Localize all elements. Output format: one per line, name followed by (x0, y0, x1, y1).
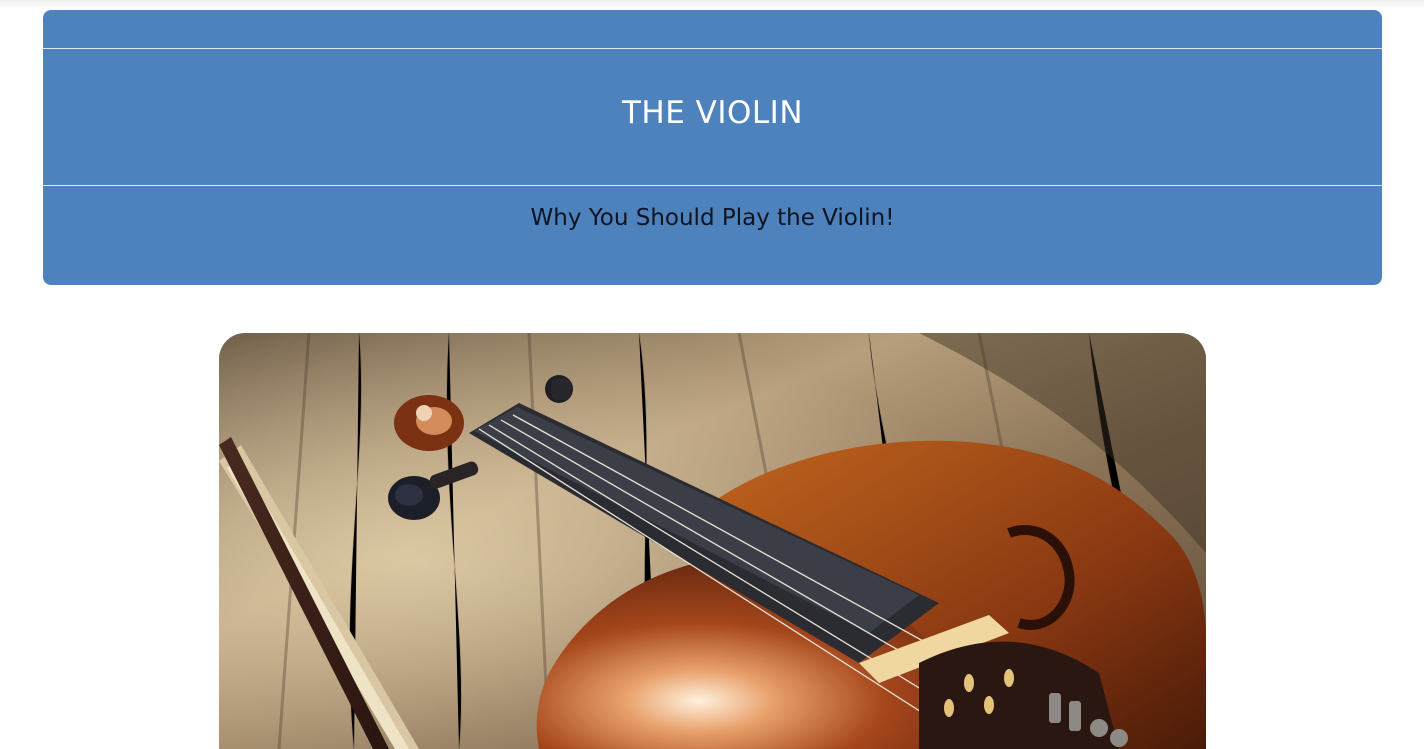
page-title: THE VIOLIN (621, 95, 804, 131)
header-divider-top (43, 48, 1382, 49)
violin-hero-image (219, 333, 1206, 749)
page-subtitle: Why You Should Play the Violin! (530, 205, 895, 231)
browser-top-shadow (0, 0, 1424, 8)
page-header: THE VIOLIN Why You Should Play the Violi… (43, 10, 1382, 285)
header-divider-bottom (43, 185, 1382, 186)
